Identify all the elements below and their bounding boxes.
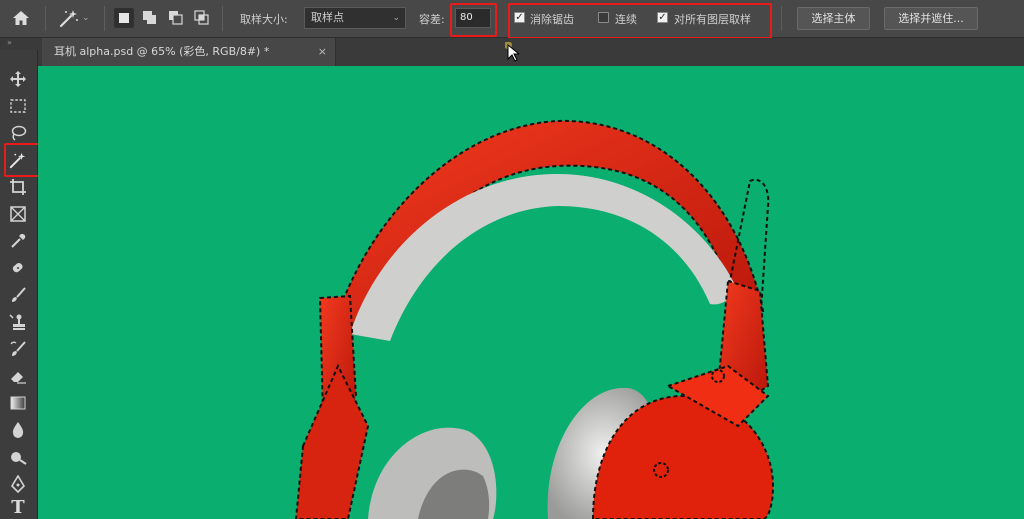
mouse-cursor [504, 41, 521, 66]
panel-collapse-grip[interactable]: » [2, 38, 41, 50]
crop-tool[interactable] [7, 176, 29, 198]
sample-size-select[interactable]: 取样点 ⌄ [304, 7, 406, 29]
contiguous-checkbox[interactable] [598, 12, 609, 23]
tools-panel: T [0, 50, 46, 519]
marquee-tool[interactable] [7, 95, 29, 117]
healing-brush-icon [12, 262, 23, 273]
crop-icon [10, 179, 26, 195]
anti-alias-label: 消除锯齿 [530, 13, 574, 26]
frame-tool[interactable] [7, 203, 29, 225]
document-tab[interactable]: 耳机 alpha.psd @ 65% (彩色, RGB/8#) * × [42, 38, 336, 66]
clone-stamp-tool[interactable] [7, 311, 29, 333]
document-canvas[interactable] [38, 66, 1024, 519]
subtract-from-selection-button[interactable] [166, 8, 186, 28]
tool-preset-picker[interactable]: ⌄ [58, 6, 98, 30]
magic-wand-icon [9, 152, 26, 169]
lasso-icon [11, 125, 27, 141]
chevron-down-icon: ⌄ [392, 13, 400, 23]
history-brush-tool[interactable] [7, 338, 29, 360]
home-icon[interactable] [8, 5, 34, 31]
document-tab-bar: 耳机 alpha.psd @ 65% (彩色, RGB/8#) * × [38, 38, 1024, 66]
sample-all-layers-checkbox[interactable]: ✓ [657, 12, 668, 23]
contiguous-label: 连续 [615, 13, 637, 26]
sample-size-label: 取样大小: [240, 13, 288, 26]
magic-wand-icon [59, 10, 78, 28]
tolerance-input[interactable]: 80 [455, 8, 491, 28]
gradient-tool[interactable] [7, 392, 29, 414]
headphones-image [294, 119, 775, 519]
left-yoke [294, 363, 370, 519]
history-brush-icon [10, 341, 26, 356]
eyedropper-icon [11, 234, 26, 248]
dodge-icon [11, 452, 27, 465]
move-icon [10, 71, 26, 87]
pen-icon [10, 475, 26, 493]
eraser-icon [11, 372, 26, 384]
anti-alias-checkbox[interactable]: ✓ [514, 12, 525, 23]
divider [104, 6, 105, 31]
sample-all-layers-label: 对所有图层取样 [674, 13, 751, 26]
eraser-tool[interactable] [7, 365, 29, 387]
new-selection-button[interactable] [114, 8, 134, 28]
type-tool[interactable]: T [7, 496, 29, 518]
healing-brush-tool[interactable] [7, 257, 29, 279]
blur-icon [12, 422, 24, 438]
clone-stamp-icon [9, 314, 25, 330]
eyedropper-tool[interactable] [7, 230, 29, 252]
tolerance-label: 容差: [419, 13, 445, 26]
sample-size-value: 取样点 [311, 11, 344, 24]
frame-icon [10, 206, 26, 222]
magic-wand-tool[interactable] [7, 149, 29, 171]
select-and-mask-button[interactable]: 选择并遮住... [884, 7, 978, 30]
add-to-selection-button[interactable] [140, 8, 160, 28]
type-icon: T [11, 496, 25, 518]
lasso-tool[interactable] [7, 122, 29, 144]
marquee-icon [10, 99, 26, 113]
move-tool[interactable] [7, 68, 29, 90]
document-tab-title: 耳机 alpha.psd @ 65% (彩色, RGB/8#) * [54, 45, 270, 58]
close-icon[interactable]: × [318, 38, 327, 66]
dodge-tool[interactable] [7, 446, 29, 468]
options-bar: ⌄ 取样大小: 取样点 ⌄ 容差: 80 ✓ 消除锯齿 连续 ✓ 对所有图层取样… [0, 0, 1024, 39]
gradient-icon [10, 396, 26, 410]
brush-tool[interactable] [7, 284, 29, 306]
intersect-selection-button[interactable] [192, 8, 212, 28]
divider [222, 6, 223, 31]
chevron-down-icon: ⌄ [82, 13, 90, 23]
divider [781, 6, 782, 31]
divider [45, 6, 46, 31]
blur-tool[interactable] [7, 419, 29, 441]
brush-icon [12, 287, 26, 302]
select-subject-button[interactable]: 选择主体 [797, 7, 870, 30]
pen-tool[interactable] [7, 473, 29, 495]
